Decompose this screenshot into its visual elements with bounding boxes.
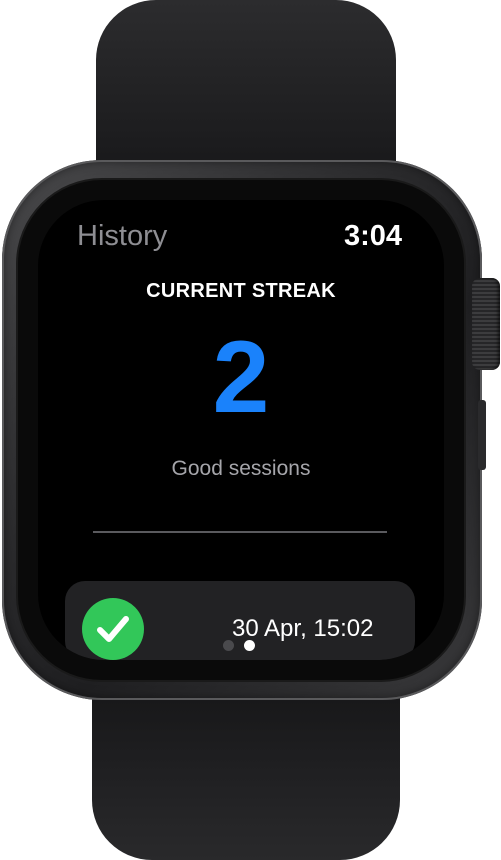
streak-count: 2: [212, 320, 270, 434]
current-streak-heading: CURRENT STREAK: [146, 280, 336, 302]
page-dot-1: [223, 640, 234, 651]
checkmark-icon: [82, 598, 144, 660]
watch-mockup: History 3:04 CURRENT STREAK 2 Good sessi…: [0, 0, 501, 860]
streak-caption: Good sessions: [171, 457, 311, 480]
side-button[interactable]: [478, 400, 486, 470]
session-list-item[interactable]: 30 Apr, 15:02: [65, 581, 415, 660]
divider: [93, 531, 387, 533]
watch-screen: History 3:04 CURRENT STREAK 2 Good sessi…: [38, 200, 444, 660]
clock-time: 3:04: [343, 220, 402, 252]
page-dot-2-active: [244, 640, 255, 651]
back-nav-title[interactable]: History: [77, 220, 167, 253]
digital-crown[interactable]: [472, 278, 500, 370]
session-date: 30 Apr, 15:02: [232, 615, 374, 642]
